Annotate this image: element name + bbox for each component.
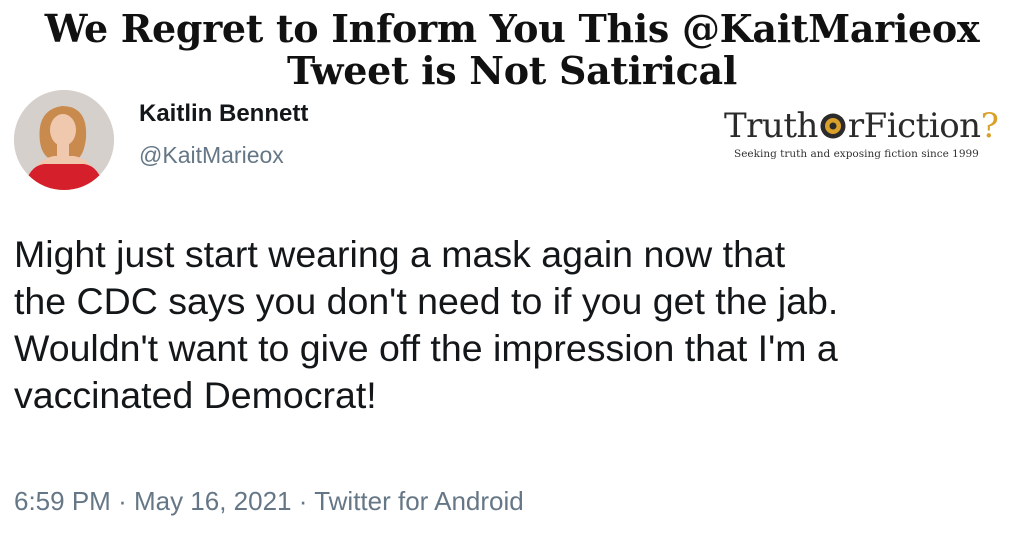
tweet-text-line-2: the CDC says you don't need to if you ge…	[14, 280, 839, 322]
profile-photo-icon	[14, 90, 114, 190]
tweet-text-line-4: vaccinated Democrat!	[14, 374, 377, 416]
logo-part-2: rFiction	[847, 106, 981, 146]
tweet-meta: 6:59 PM · May 16, 2021 · Twitter for And…	[14, 486, 524, 517]
headline-line-1: We Regret to Inform You This @KaitMarieo…	[44, 6, 980, 51]
meta-separator: ·	[118, 486, 127, 516]
headline-line-2: Tweet is Not Satirical	[287, 48, 737, 93]
tweet-date[interactable]: May 16, 2021	[134, 486, 292, 516]
tweet-text: Might just start wearing a mask again no…	[14, 231, 1014, 419]
tweet-text-line-3: Wouldn't want to give off the impression…	[14, 327, 838, 369]
headline: We Regret to Inform You This @KaitMarieo…	[0, 8, 1024, 92]
tweet-time[interactable]: 6:59 PM	[14, 486, 111, 516]
avatar[interactable]	[14, 90, 114, 190]
logo-tagline: Seeking truth and exposing fiction since…	[734, 148, 979, 160]
tweet-text-line-1: Might just start wearing a mask again no…	[14, 233, 786, 275]
target-eye-icon	[819, 109, 847, 139]
user-handle[interactable]: @KaitMarieox	[139, 142, 284, 169]
meta-separator: ·	[298, 486, 308, 516]
truthorfiction-logo: Truth rFiction? Seeking truth and exposin…	[722, 106, 1022, 166]
logo-wordmark: Truth rFiction?	[724, 106, 999, 146]
tweet-source[interactable]: Twitter for Android	[314, 486, 524, 516]
logo-part-1: Truth	[724, 106, 818, 146]
logo-part-3: ?	[980, 106, 999, 146]
display-name[interactable]: Kaitlin Bennett	[139, 100, 308, 128]
